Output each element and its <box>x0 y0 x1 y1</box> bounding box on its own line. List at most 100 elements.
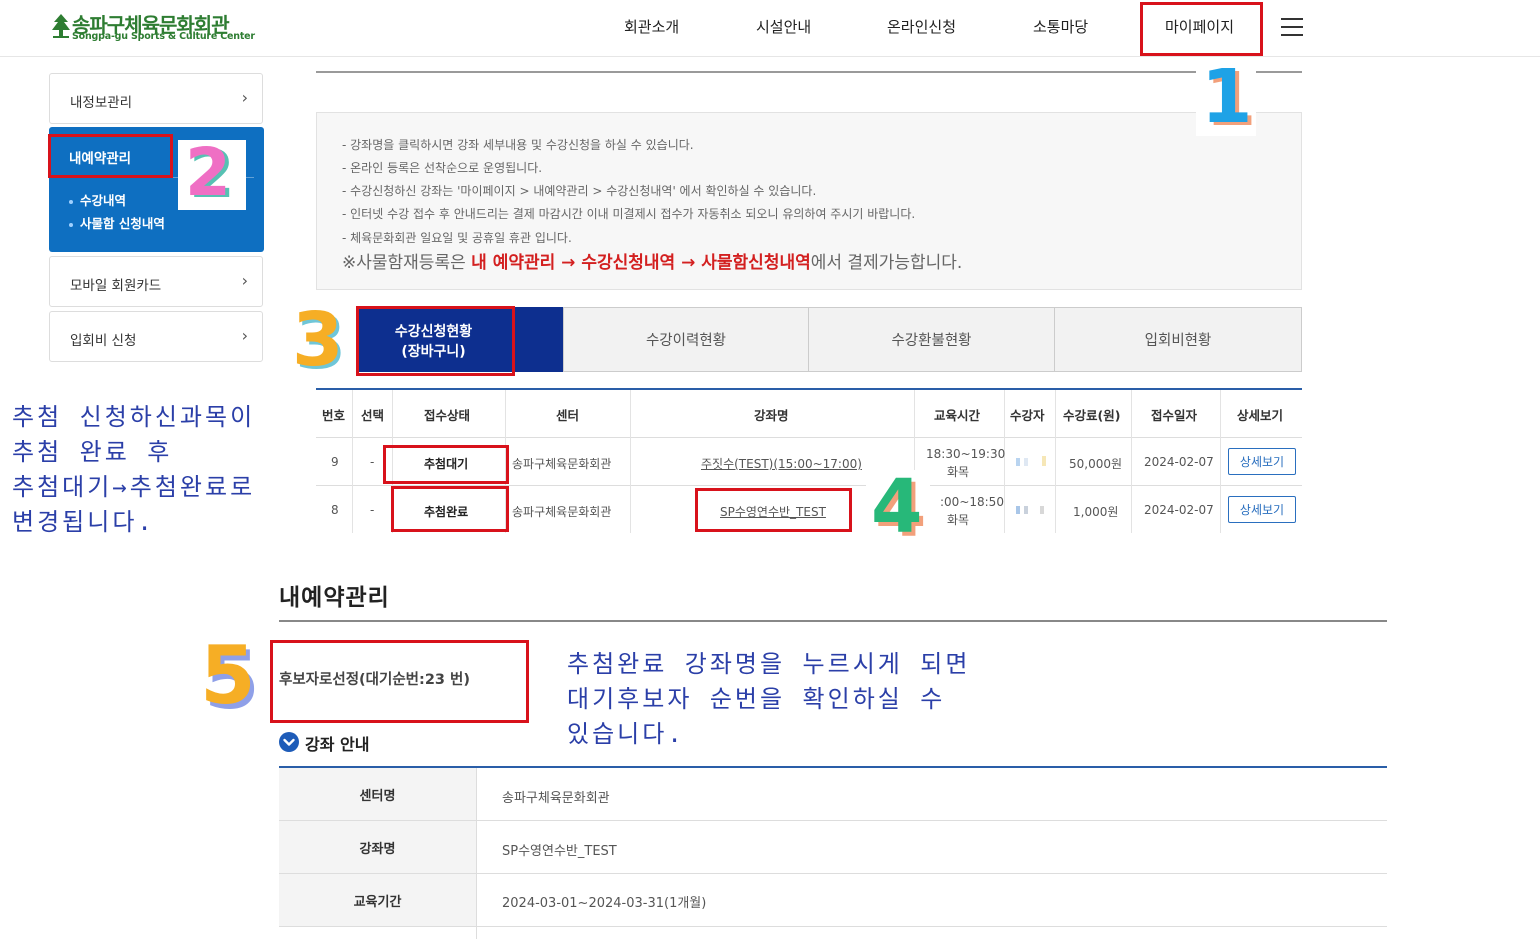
info-label-course: 강좌명 <box>279 821 476 873</box>
step-number-5: 5 5 <box>197 629 260 722</box>
highlight-box-cart-tab <box>356 306 515 376</box>
info-value-center: 송파구체육문화회관 <box>502 791 610 806</box>
sidebar-item-mobile-card[interactable]: 모바일 회원카드 › <box>49 256 263 307</box>
detail-button[interactable]: 상세보기 <box>1228 496 1296 523</box>
nav-online-apply[interactable]: 온라인신청 <box>887 16 956 37</box>
annotation-note-left: 추첨 신청하신과목이 추첨 완료 후 추첨대기→추첨완료로 변경됩니다. <box>12 400 255 540</box>
cell-date: 2024-02-07 <box>1144 503 1214 517</box>
col-header-no: 번호 <box>322 408 346 423</box>
chevron-right-icon: › <box>241 271 248 290</box>
highlight-box-standby <box>270 640 529 723</box>
course-link[interactable]: 주짓수(TEST)(15:00~17:00) <box>701 455 862 472</box>
nav-community[interactable]: 소통마당 <box>1033 16 1088 37</box>
row-divider <box>279 926 1387 927</box>
course-guide-heading: 강좌 안내 <box>305 735 370 754</box>
highlight-box-reservations <box>48 134 173 178</box>
info-label-center: 센터명 <box>279 768 476 820</box>
highlight-box-course-link <box>695 488 852 532</box>
step-number-text: 4 <box>871 464 923 550</box>
step-number-text: 1 <box>1201 54 1253 140</box>
step-number-4: 4 4 <box>866 470 930 550</box>
notice-box: - 강좌명을 클릭하시면 강좌 세부내용 및 수강신청을 하실 수 있습니다. … <box>316 112 1302 290</box>
info-label-period: 교육기간 <box>279 874 476 926</box>
note-line: 추첨 신청하신과목이 <box>12 403 256 431</box>
locker-notice-path: 내 예약관리 → 수강신청내역 → 사물함신청내역 <box>471 253 811 273</box>
note-line: 추첨 완료 후 <box>12 438 173 466</box>
step-number-1: 1 1 <box>1196 54 1257 140</box>
note-line: 추첨완료 강좌명을 누르시게 되면 <box>567 650 971 678</box>
cell-select: - <box>370 503 375 517</box>
note-line: 추첨대기→추첨완료로 <box>12 473 256 501</box>
cell-days: 화목 <box>947 513 970 527</box>
tab-membership-fee[interactable]: 입회비현황 <box>1054 307 1302 372</box>
tab-refund-status[interactable]: 수강환불현황 <box>808 307 1055 372</box>
nav-facilities[interactable]: 시설안내 <box>756 16 811 37</box>
col-header-select: 선택 <box>361 408 385 423</box>
tree-logo-icon <box>52 14 70 38</box>
cell-fee: 1,000원 <box>1073 505 1119 519</box>
hamburger-menu-icon[interactable] <box>1281 18 1303 36</box>
sidebar-subitem-locker-history[interactable]: 사물함 신청내역 <box>69 213 165 232</box>
sidebar-item-label: 내정보관리 <box>70 95 133 111</box>
cell-time: :00~18:50 <box>940 495 1004 509</box>
info-value-course: SP수영연수반_TEST <box>502 844 617 859</box>
note-line: 있습니다. <box>567 720 685 748</box>
col-header-course: 강좌명 <box>754 408 789 423</box>
highlight-box-status-done <box>391 486 509 532</box>
col-header-detail: 상세보기 <box>1237 408 1284 423</box>
col-header-student: 수강자 <box>1010 408 1045 423</box>
blurred-student-name <box>1016 504 1046 514</box>
note-line: 대기후보자 순번을 확인하실 수 <box>567 685 946 713</box>
nav-about[interactable]: 회관소개 <box>624 16 679 37</box>
sidebar-item-membership-fee[interactable]: 입회비 신청 › <box>49 311 263 362</box>
cell-no: 9 <box>331 455 339 469</box>
notice-line: - 인터넷 수강 접수 후 안내드리는 결제 마감시간 이내 미결제시 접수가 … <box>342 207 916 221</box>
sidebar-item-my-info[interactable]: 내정보관리 › <box>49 73 263 124</box>
step-number-text: 5 <box>200 629 256 722</box>
locker-notice-prefix: ※사물함재등록은 <box>342 253 472 273</box>
cell-center: 송파구체육문화회관 <box>512 505 612 519</box>
sidebar-subitem-label: 사물함 신청내역 <box>80 216 165 231</box>
notice-line: - 온라인 등록은 선착순으로 운영됩니다. <box>342 161 543 175</box>
sidebar-item-label: 입회비 신청 <box>70 333 137 349</box>
sidebar-subitem-label: 수강내역 <box>80 193 127 208</box>
tab-course-history[interactable]: 수강이력현황 <box>563 307 809 372</box>
section-divider <box>316 71 1302 73</box>
cell-no: 8 <box>331 503 339 517</box>
page-title: 내예약관리 <box>279 585 390 611</box>
cell-fee: 50,000원 <box>1069 457 1123 471</box>
locker-notice: ※사물함재등록은 내 예약관리 → 수강신청내역 → 사물함신청내역에서 결제가… <box>342 248 962 273</box>
locker-notice-suffix: 에서 결제가능합니다. <box>810 253 963 273</box>
column-divider <box>476 768 477 939</box>
bullet-icon <box>69 222 73 227</box>
detail-button[interactable]: 상세보기 <box>1228 448 1296 475</box>
cell-days: 화목 <box>947 465 970 479</box>
cell-time: 18:30~19:30 <box>926 447 1006 461</box>
sidebar-subitem-course-history[interactable]: 수강내역 <box>69 190 126 209</box>
bullet-icon <box>69 199 73 204</box>
col-header-time: 교육시간 <box>934 408 981 423</box>
col-header-fee: 수강료(원) <box>1063 408 1121 423</box>
col-header-status: 접수상태 <box>424 408 471 423</box>
section-divider <box>279 620 1387 622</box>
blurred-student-name <box>1016 456 1046 466</box>
highlight-box-status-waiting <box>383 445 509 484</box>
note-line: 변경됩니다. <box>12 508 155 536</box>
info-value-period: 2024-03-01~2024-03-31(1개월) <box>502 896 707 911</box>
chevron-down-circle-icon <box>279 732 299 752</box>
annotation-note-right: 추첨완료 강좌명을 누르시게 되면 대기후보자 순번을 확인하실 수 있습니다. <box>567 647 970 752</box>
notice-line: - 강좌명을 클릭하시면 강좌 세부내용 및 수강신청을 하실 수 있습니다. <box>342 138 694 152</box>
col-header-date: 접수일자 <box>1151 408 1198 423</box>
logo-english: Songpa-gu Sports & Culture Center <box>72 31 255 42</box>
site-logo[interactable]: 송파구체육문화회관 Songpa-gu Sports & Culture Cen… <box>50 10 260 44</box>
chevron-right-icon: › <box>241 326 248 345</box>
cell-center: 송파구체육문화회관 <box>512 457 612 471</box>
cell-date: 2024-02-07 <box>1144 455 1214 469</box>
step-number-2: 2 2 <box>178 140 246 210</box>
notice-line: - 체육문화회관 일요일 및 공휴일 휴관 입니다. <box>342 231 572 245</box>
cell-select: - <box>370 455 375 469</box>
step-number-text: 2 <box>185 134 231 211</box>
step-number-3: 3 3 <box>290 303 350 380</box>
table-top-border <box>316 388 1302 390</box>
notice-line: - 수강신청하신 강좌는 '마이페이지 > 내예약관리 > 수강신청내역' 에서… <box>342 184 817 198</box>
